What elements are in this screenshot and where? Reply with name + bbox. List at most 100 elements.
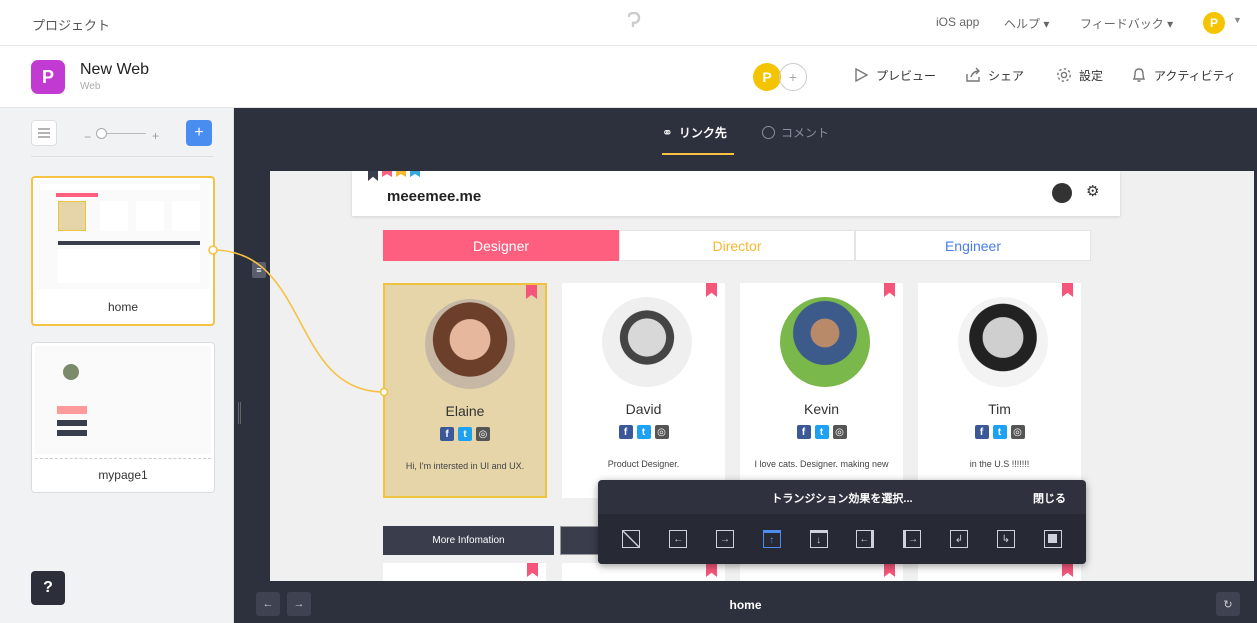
- page-thumbnail-mypage1[interactable]: mypage1: [31, 342, 215, 493]
- project-subtitle: Web: [80, 81, 101, 92]
- active-tab-indicator: [662, 153, 734, 155]
- site-gear-icon[interactable]: ⚙: [1086, 182, 1099, 200]
- person-name: Tim: [988, 401, 1011, 417]
- person-bio: Hi, I'm intersted in UI and UX.: [405, 461, 525, 471]
- bookmark-ribbons: [368, 171, 420, 181]
- person-avatar: [780, 297, 870, 387]
- person-card-row2[interactable]: [383, 563, 546, 581]
- collaborator-avatar[interactable]: P: [753, 63, 781, 91]
- refresh-icon[interactable]: ↻: [1216, 592, 1240, 616]
- instagram-icon[interactable]: ◎: [832, 425, 847, 439]
- page-thumbnail-home[interactable]: home: [31, 176, 215, 326]
- category-tab-designer[interactable]: Designer: [383, 230, 619, 261]
- resize-handle[interactable]: [238, 402, 241, 424]
- ios-app-link[interactable]: iOS app: [936, 15, 979, 29]
- bookmark-icon: [526, 285, 537, 299]
- twitter-icon[interactable]: t: [992, 425, 1007, 439]
- person-name: David: [625, 401, 662, 417]
- slide-down-icon[interactable]: ↓: [809, 530, 828, 548]
- zoom-out-button[interactable]: −: [84, 130, 91, 144]
- site-logo: meeemee.me: [387, 188, 482, 205]
- preview-button[interactable]: プレビュー: [852, 66, 936, 84]
- settings-button[interactable]: 設定: [1055, 66, 1103, 84]
- person-bio: I love cats. Designer. making new: [754, 459, 889, 469]
- twitter-icon[interactable]: t: [636, 425, 651, 439]
- instagram-icon[interactable]: ◎: [1010, 425, 1025, 439]
- person-card-row2[interactable]: [562, 563, 725, 581]
- share-label: シェア: [988, 68, 1025, 83]
- zoom-slider-handle[interactable]: [96, 128, 107, 139]
- facebook-icon[interactable]: f: [974, 425, 989, 439]
- link-icon: ⚭: [662, 124, 673, 140]
- facebook-icon[interactable]: f: [796, 425, 811, 439]
- site-avatar[interactable]: [1052, 183, 1072, 203]
- add-page-button[interactable]: +: [186, 120, 212, 146]
- mypage1-preview: [35, 346, 211, 459]
- more-info-button-2[interactable]: [560, 526, 600, 555]
- settings-label: 設定: [1079, 68, 1104, 83]
- flip-left-icon[interactable]: ↲: [949, 530, 968, 548]
- transition-title: トランジション効果を選択...: [771, 493, 913, 505]
- activity-button[interactable]: アクティビティ: [1130, 66, 1236, 84]
- category-tab-director[interactable]: Director: [619, 230, 855, 261]
- page-sidebar: − + + home mypage1 ?: [0, 108, 234, 623]
- fade-icon[interactable]: [1043, 530, 1062, 548]
- flip-right-icon[interactable]: ↳: [996, 530, 1015, 548]
- play-icon: [855, 67, 869, 83]
- instagram-icon[interactable]: ◎: [476, 427, 490, 441]
- list-view-button[interactable]: [31, 120, 57, 146]
- user-menu-caret-icon[interactable]: ▼: [1233, 15, 1242, 25]
- tab-comments-label: コメント: [781, 126, 830, 140]
- bookmark-icon: [884, 283, 895, 297]
- project-link[interactable]: プロジェクト: [32, 15, 110, 34]
- person-avatar: [425, 299, 515, 389]
- tab-links-label: リンク先: [678, 126, 727, 140]
- project-header: P New Web Web P + プレビュー シェア 設定 アクティビティ: [0, 46, 1257, 108]
- slide-right-icon[interactable]: →: [715, 530, 734, 548]
- person-card-david[interactable]: David f t ◎ Product Designer.: [562, 283, 725, 498]
- project-logo: P: [31, 60, 65, 94]
- share-button[interactable]: シェア: [964, 66, 1024, 84]
- bookmark-icon: [706, 283, 717, 297]
- push-left-icon[interactable]: ←: [856, 530, 875, 548]
- sidebar-divider: [31, 156, 213, 157]
- none-icon[interactable]: [622, 530, 641, 548]
- share-icon: [966, 67, 980, 82]
- category-tab-engineer[interactable]: Engineer: [855, 230, 1091, 261]
- gear-icon: [1057, 68, 1071, 82]
- twitter-icon[interactable]: t: [458, 427, 472, 441]
- preview-label: プレビュー: [876, 68, 937, 83]
- user-avatar[interactable]: P: [1203, 12, 1225, 34]
- zoom-in-button[interactable]: +: [152, 129, 159, 143]
- push-right-icon[interactable]: →: [903, 530, 922, 548]
- transition-close-button[interactable]: 閉じる: [1033, 490, 1066, 506]
- person-card-elaine[interactable]: Elaine f t ◎ Hi, I'm intersted in UI and…: [383, 283, 547, 498]
- instagram-icon[interactable]: ◎: [654, 425, 669, 439]
- add-collaborator-button[interactable]: +: [779, 63, 807, 91]
- menu-icon: [38, 128, 50, 138]
- facebook-icon[interactable]: f: [618, 425, 633, 439]
- person-card-tim[interactable]: Tim f t ◎ in the U.S !!!!!!!: [918, 283, 1081, 498]
- person-card-row2[interactable]: [740, 563, 903, 581]
- person-name: Elaine: [445, 403, 485, 419]
- person-card-kevin[interactable]: Kevin f t ◎ I love cats. Designer. makin…: [740, 283, 903, 498]
- page-name-home: home: [107, 300, 139, 314]
- twitter-icon[interactable]: t: [814, 425, 829, 439]
- person-avatar: [958, 297, 1048, 387]
- tab-links[interactable]: ⚭ リンク先: [662, 124, 727, 141]
- person-card-row2[interactable]: [918, 563, 1081, 581]
- slide-up-icon[interactable]: ↑: [762, 530, 781, 548]
- feedback-menu[interactable]: フィードバック ▾: [1080, 15, 1173, 32]
- facebook-icon[interactable]: f: [440, 427, 454, 441]
- more-info-button[interactable]: More Infomation: [383, 526, 554, 555]
- bookmark-icon: [1062, 283, 1073, 297]
- person-avatar: [602, 297, 692, 387]
- left-panel-toggle[interactable]: ≡: [252, 262, 266, 278]
- prott-logo-icon: [627, 12, 641, 28]
- help-button[interactable]: ?: [31, 571, 65, 605]
- help-menu[interactable]: ヘルプ ▾: [1004, 15, 1049, 32]
- comment-icon: [762, 126, 775, 139]
- page-name-mypage1: mypage1: [98, 468, 148, 482]
- tab-comments[interactable]: コメント: [762, 124, 829, 141]
- slide-left-icon[interactable]: ←: [669, 530, 688, 548]
